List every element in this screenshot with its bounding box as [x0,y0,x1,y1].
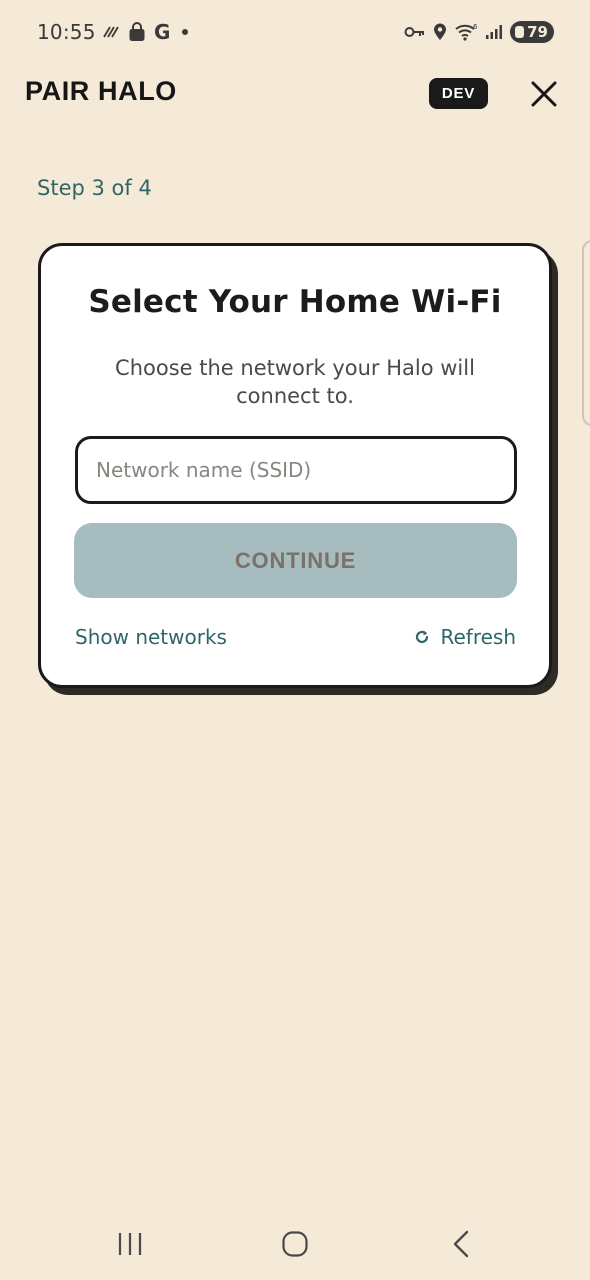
google-icon: G [154,20,171,44]
status-left-icons: G [102,18,189,46]
home-icon [282,1231,308,1257]
ssid-input[interactable] [75,436,517,504]
close-icon [531,81,557,107]
battery-icon: 79 [510,21,554,43]
location-icon [433,23,447,41]
refresh-label: Refresh [440,625,516,649]
back-button[interactable] [431,1226,491,1262]
refresh-icon [416,630,429,644]
page-title: PAIR HALO [25,76,177,106]
navigation-bar [0,1210,590,1280]
wifi-card: Select Your Home Wi-Fi Choose the networ… [38,243,552,688]
status-time: 10:55 [37,20,96,44]
back-icon [453,1230,469,1258]
show-networks-link[interactable]: Show networks [75,625,227,649]
status-right-icons: 6 79 [404,18,554,46]
step-indicator: Step 3 of 4 [37,176,152,200]
cellular-signal-icon [485,24,503,40]
battery-fill-icon [515,26,525,38]
vpn-key-icon [404,25,426,39]
card-title: Select Your Home Wi-Fi [88,284,502,320]
recent-apps-icon [118,1233,142,1255]
recent-apps-button[interactable] [100,1226,160,1262]
battery-level: 79 [527,23,548,41]
close-button[interactable] [522,72,566,116]
dev-badge: DEV [429,78,488,109]
card-subtitle: Choose the network your Halo will connec… [115,356,475,408]
refresh-button[interactable]: Refresh [414,625,516,649]
shopping-bag-icon [128,22,146,42]
signal-activity-icon [102,25,120,39]
continue-button[interactable]: CONTINUE [74,523,517,598]
svg-text:6: 6 [473,23,478,31]
next-card-peek [582,240,590,426]
home-button[interactable] [265,1226,325,1262]
notification-dot-icon [182,29,189,35]
status-bar: 10:55 G 6 79 [0,0,590,64]
wifi-icon: 6 [454,23,478,41]
